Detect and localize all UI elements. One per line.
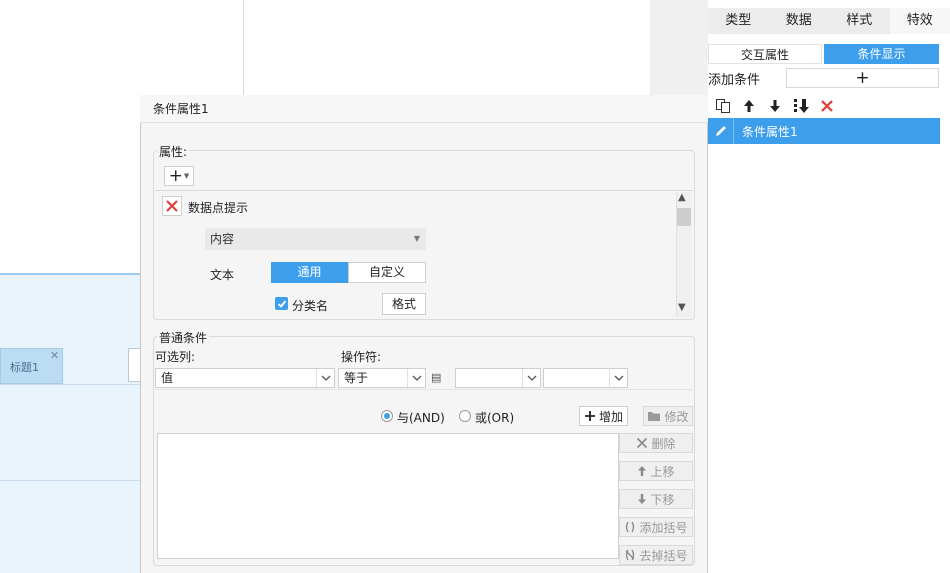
- condition-toolbar: [708, 95, 940, 117]
- value-select-2[interactable]: [543, 368, 628, 388]
- format-button[interactable]: 格式: [382, 293, 426, 315]
- chevron-down-icon: [316, 369, 334, 387]
- column-label: 可选列:: [155, 350, 196, 364]
- delete-button[interactable]: 删除: [619, 433, 693, 453]
- add-attribute-button[interactable]: + ▼: [164, 166, 194, 186]
- caret-down-icon: ▼: [183, 172, 190, 180]
- modify-button-label: 修改: [664, 409, 689, 424]
- move-down-button[interactable]: 下移: [619, 489, 693, 509]
- canvas-title-tab-label: 标题1: [10, 361, 39, 374]
- chevron-down-icon: ▼: [413, 234, 420, 243]
- chevron-down-icon: [522, 369, 540, 387]
- condition-list-item[interactable]: 条件属性1: [708, 118, 940, 144]
- category-name-checkbox[interactable]: [275, 297, 288, 310]
- close-icon: [637, 437, 648, 449]
- side-handle[interactable]: [128, 348, 140, 382]
- copy-icon[interactable]: [714, 97, 732, 115]
- remove-parenthesis-label: 去掉括号: [639, 548, 688, 563]
- add-condition-label: 添加条件: [708, 73, 761, 88]
- plus-icon: +: [168, 166, 183, 186]
- value-select-1[interactable]: [455, 368, 541, 388]
- subtab-conditional[interactable]: 条件显示: [824, 44, 939, 64]
- attributes-legend: 属性:: [157, 143, 190, 160]
- subtab-interactive[interactable]: 交互属性: [708, 44, 822, 64]
- tab-style[interactable]: 样式: [829, 8, 890, 34]
- check-icon: [277, 299, 286, 308]
- category-name-label[interactable]: 分类名: [292, 297, 328, 314]
- arrow-down-icon: [638, 494, 647, 504]
- arrow-up-icon: [638, 466, 647, 476]
- close-icon[interactable]: ✕: [50, 349, 59, 362]
- segment-general[interactable]: 通用: [271, 262, 348, 283]
- condition-item-label: 条件属性1: [742, 124, 798, 139]
- move-bottom-icon[interactable]: [792, 97, 810, 115]
- right-panel-tabs: 类型 数据 样式 特效: [708, 8, 950, 34]
- column-select[interactable]: 值: [155, 368, 335, 388]
- content-select[interactable]: 内容 ▼: [205, 228, 426, 250]
- move-up-icon[interactable]: [740, 97, 758, 115]
- value-type-icon[interactable]: ▤: [431, 371, 441, 384]
- canvas-row-line: [0, 480, 140, 481]
- operator-select[interactable]: 等于: [338, 368, 426, 388]
- folder-icon: [648, 412, 661, 421]
- scroll-down-icon[interactable]: ▼: [678, 302, 686, 313]
- parenthesis-icon: [626, 521, 635, 533]
- close-red-icon: [166, 200, 178, 212]
- remove-parenthesis-icon: [625, 549, 635, 561]
- move-up-button[interactable]: 上移: [619, 461, 693, 481]
- edit-pencil-icon[interactable]: [708, 118, 734, 144]
- chevron-down-icon: [609, 369, 627, 387]
- move-down-icon[interactable]: [766, 97, 784, 115]
- chevron-down-icon: [407, 369, 425, 387]
- delete-button-label: 删除: [651, 436, 676, 451]
- segment-custom[interactable]: 自定义: [348, 262, 426, 283]
- content-select-value: 内容: [210, 232, 235, 246]
- add-button-label: 增加: [598, 409, 623, 424]
- delete-icon[interactable]: [818, 97, 836, 115]
- tab-type[interactable]: 类型: [708, 8, 769, 34]
- add-button[interactable]: 增加: [579, 406, 628, 426]
- dialog-title: 条件属性1: [140, 95, 708, 123]
- normal-condition-legend: 普通条件: [157, 329, 210, 346]
- tab-data[interactable]: 数据: [769, 8, 830, 34]
- add-parenthesis-button[interactable]: 添加括号: [619, 517, 693, 537]
- move-up-button-label: 上移: [650, 464, 675, 479]
- scroll-up-icon[interactable]: ▲: [678, 192, 686, 203]
- text-label: 文本: [210, 268, 235, 282]
- add-parenthesis-label: 添加括号: [639, 520, 688, 535]
- tab-effects[interactable]: 特效: [889, 8, 950, 34]
- condition-list[interactable]: [157, 433, 619, 559]
- condition-divider: [155, 389, 693, 390]
- operator-select-value: 等于: [344, 371, 369, 385]
- canvas-row-line: [0, 384, 140, 385]
- radio-or[interactable]: [459, 410, 471, 422]
- plus-icon: [584, 411, 595, 421]
- operator-label: 操作符:: [341, 350, 382, 364]
- scrollbar-thumb[interactable]: [677, 208, 691, 226]
- column-select-value: 值: [161, 371, 174, 385]
- radio-and[interactable]: [381, 410, 393, 422]
- modify-button[interactable]: 修改: [643, 406, 693, 426]
- move-down-button-label: 下移: [650, 492, 675, 507]
- radio-or-label[interactable]: 或(OR): [475, 409, 514, 426]
- canvas-divider: [243, 0, 244, 96]
- remove-attribute-button[interactable]: [162, 196, 182, 216]
- add-condition-button[interactable]: +: [786, 68, 939, 88]
- canvas-blue-area: [0, 273, 140, 573]
- radio-and-label[interactable]: 与(AND): [397, 409, 445, 426]
- remove-parenthesis-button[interactable]: 去掉括号: [619, 545, 693, 565]
- data-point-tooltip-label: 数据点提示: [188, 201, 249, 215]
